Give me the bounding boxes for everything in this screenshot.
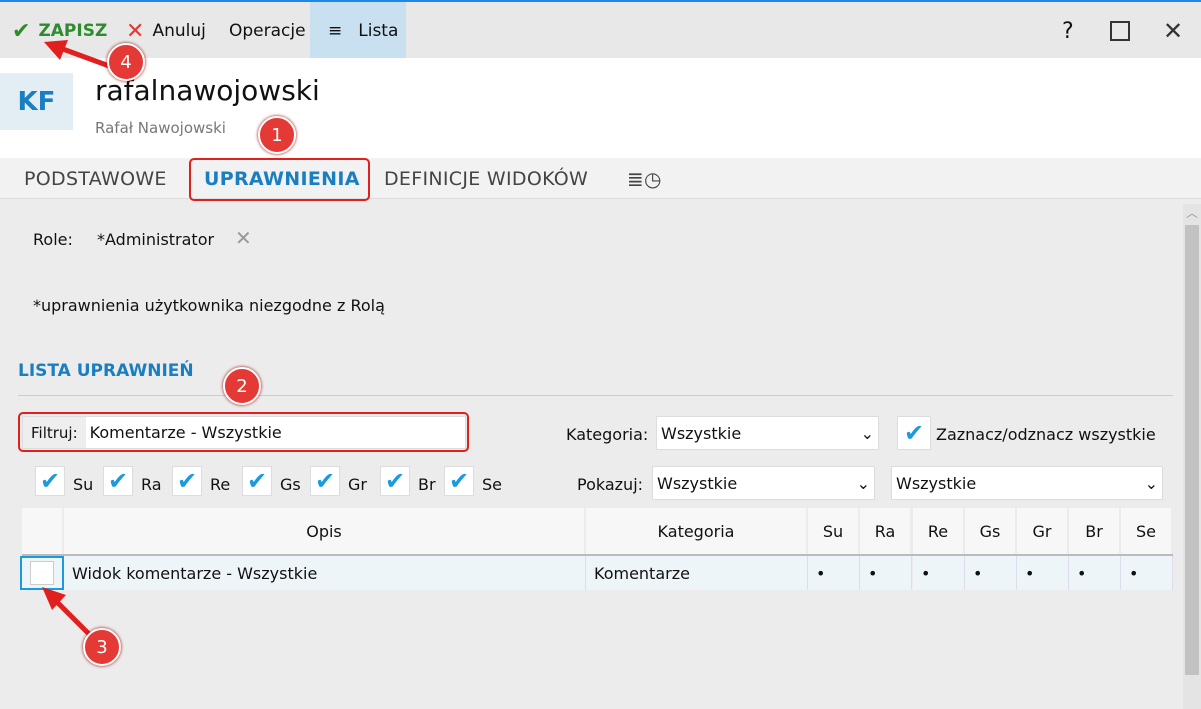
annotation-arrows bbox=[42, 40, 121, 642]
annotation-badge-4: 4 bbox=[107, 43, 145, 81]
annotation-badge-2: 2 bbox=[223, 367, 261, 405]
annotation-badge-3: 3 bbox=[83, 628, 121, 666]
annotation-badge-1: 1 bbox=[258, 116, 296, 154]
